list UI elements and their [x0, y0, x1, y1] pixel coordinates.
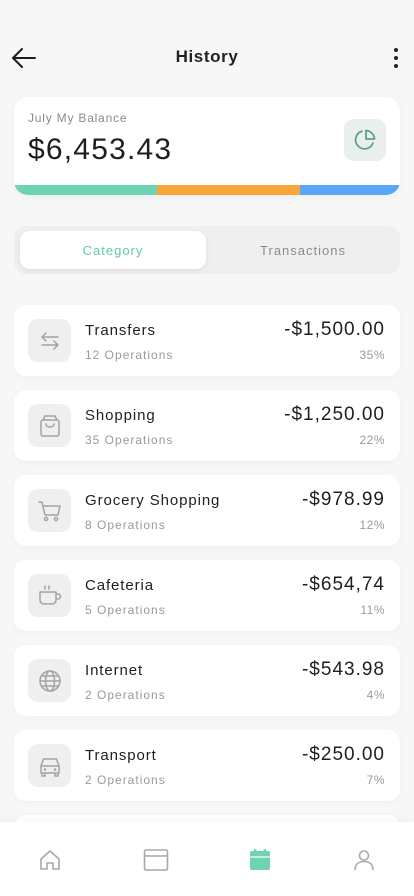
category-item-transport[interactable]: Transport 2 Operations -$250.00 7% [14, 730, 400, 801]
category-name: Shopping [85, 407, 156, 424]
globe-icon [38, 669, 61, 692]
tabbar-cards[interactable] [142, 846, 170, 874]
transfer-arrows-icon [40, 331, 59, 350]
category-icon-box [28, 574, 71, 617]
bottom-tab-bar [0, 822, 414, 896]
card-icon [143, 849, 169, 871]
category-amount: -$543.98 [301, 659, 385, 680]
category-name: Transport [85, 747, 157, 764]
tabbar-profile[interactable] [350, 846, 378, 874]
category-icon-box [28, 659, 71, 702]
home-icon [40, 850, 60, 870]
category-item-internet[interactable]: Internet 2 Operations -$543.98 4% [14, 645, 400, 716]
category-name: Grocery Shopping [85, 492, 221, 509]
category-amount: -$978.99 [301, 489, 385, 510]
category-amount: -$654,74 [301, 574, 385, 595]
tab-transactions[interactable]: Transactions [210, 231, 396, 269]
balance-bar-segment [299, 185, 400, 195]
tabbar-history[interactable] [246, 846, 274, 874]
shopping-cart-icon [37, 500, 61, 521]
pie-chart-button[interactable] [344, 119, 386, 161]
balance-amount: $6,453.43 [28, 133, 173, 166]
balance-bar-segment [156, 185, 300, 195]
category-icon-box [28, 489, 71, 532]
category-name: Internet [85, 662, 144, 679]
view-tabs: Category Transactions [14, 226, 400, 274]
user-icon [354, 850, 374, 871]
category-icon-box [28, 404, 71, 447]
category-percent: 35% [359, 348, 385, 362]
tab-category[interactable]: Category [20, 231, 206, 269]
category-percent: 4% [366, 688, 385, 702]
category-percent: 11% [360, 603, 385, 617]
category-percent: 12% [359, 518, 385, 532]
coffee-cup-icon [38, 584, 61, 605]
tabbar-home[interactable] [36, 846, 64, 874]
category-operations: 12 Operations [85, 348, 174, 362]
category-icon-box [28, 319, 71, 362]
balance-label: July My Balance [28, 111, 128, 125]
category-operations: 2 Operations [85, 688, 166, 702]
pie-chart-icon [354, 129, 376, 150]
page-title: History [175, 47, 239, 66]
category-name: Transfers [85, 322, 156, 339]
shopping-bag-icon [39, 414, 60, 437]
category-amount: -$250.00 [301, 744, 385, 765]
category-operations: 35 Operations [85, 433, 174, 447]
car-icon [39, 757, 60, 777]
category-operations: 5 Operations [85, 603, 166, 617]
category-amount: -$1,500.00 [284, 319, 385, 340]
category-amount: -$1,250.00 [284, 404, 385, 425]
more-vertical-icon [394, 48, 398, 52]
balance-card: July My Balance $6,453.43 [14, 97, 400, 195]
category-list: Transfers 12 Operations -$1,500.00 35% Shopp… [14, 305, 400, 835]
category-operations: 2 Operations [85, 773, 166, 787]
balance-bar-segment [14, 185, 157, 195]
category-operations: 8 Operations [85, 518, 166, 532]
more-options-button[interactable] [386, 44, 406, 72]
category-item-grocery-shopping[interactable]: Grocery Shopping 8 Operations -$978.99 12% [14, 475, 400, 546]
header: History [0, 0, 414, 100]
balance-distribution-bar [14, 185, 400, 195]
calendar-icon [250, 849, 270, 870]
category-item-shopping[interactable]: Shopping 35 Operations -$1,250.00 22% [14, 390, 400, 461]
category-icon-box [28, 744, 71, 787]
category-percent: 22% [359, 433, 385, 447]
category-percent: 7% [366, 773, 385, 787]
category-name: Cafeteria [85, 577, 154, 594]
category-item-transfers[interactable]: Transfers 12 Operations -$1,500.00 35% [14, 305, 400, 376]
category-item-cafeteria[interactable]: Cafeteria 5 Operations -$654,74 11% [14, 560, 400, 631]
